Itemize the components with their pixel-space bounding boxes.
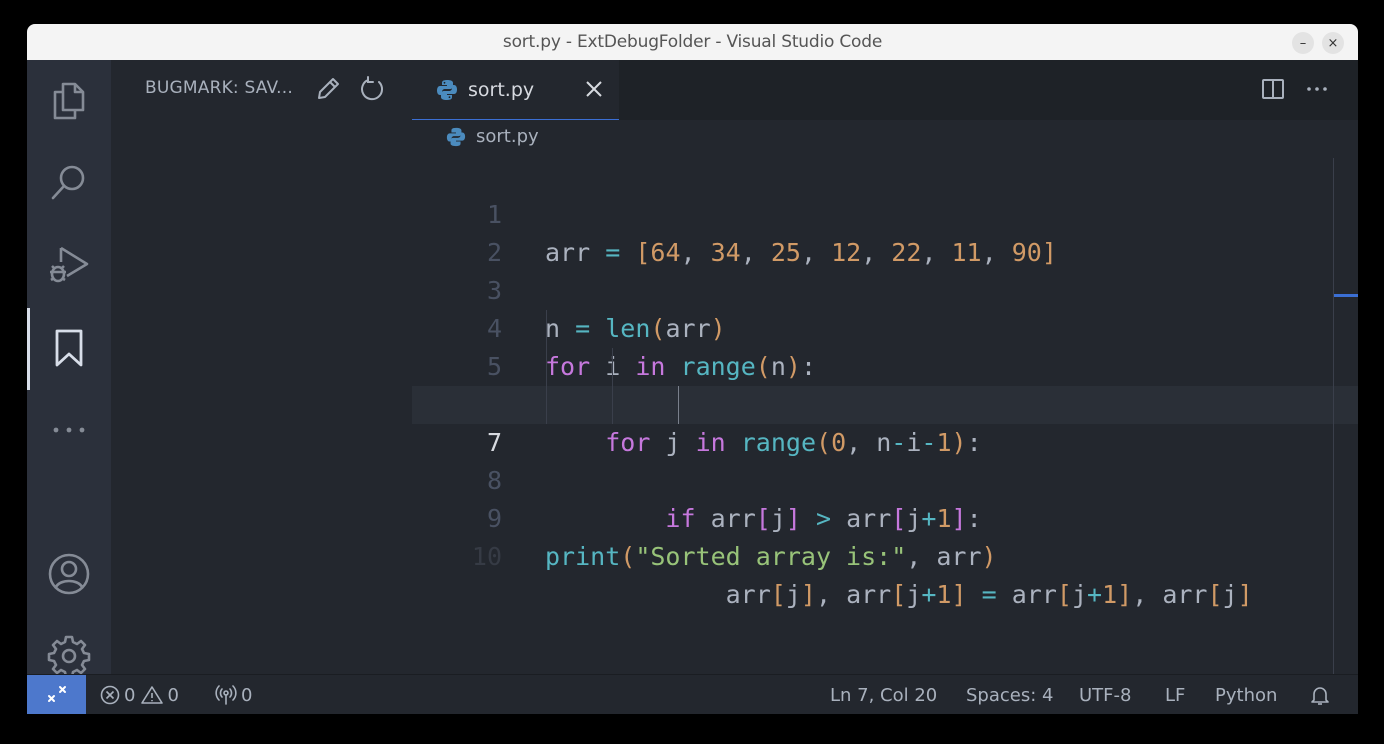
broadcast-icon — [215, 685, 237, 705]
remote-indicator-button[interactable] — [27, 675, 86, 714]
close-icon — [586, 81, 602, 97]
pencil-icon — [318, 78, 339, 99]
ports-indicator[interactable]: 0 — [215, 675, 252, 714]
title-bar: sort.py - ExtDebugFolder - Visual Studio… — [27, 24, 1358, 60]
edit-bookmark-button[interactable] — [313, 74, 343, 104]
tab-bar: sort.py — [412, 60, 1358, 120]
code-text: arr[j], arr[j+1] = arr[j+1], arr[j] — [725, 580, 1253, 609]
indent-guide — [612, 348, 613, 386]
close-icon: × — [1327, 35, 1339, 51]
indent-guide — [546, 386, 547, 424]
code-line: 10 — [412, 500, 1358, 571]
split-editor-icon — [1262, 79, 1284, 99]
split-editor-button[interactable] — [1258, 74, 1288, 104]
language-mode[interactable]: Python — [1215, 675, 1277, 714]
sidebar: BUGMARK: SAV... — [111, 60, 412, 674]
breadcrumb[interactable]: sort.py — [446, 126, 539, 147]
code-text: print("Sorted array is:", arr) — [545, 542, 997, 571]
editor-area: sort.py sort.py 1 arr = [64, 34, 25, 12,… — [412, 60, 1358, 674]
more-icon — [53, 427, 85, 433]
cursor-position[interactable]: Ln 7, Col 20 — [830, 675, 937, 714]
ellipsis-icon — [1307, 87, 1327, 91]
warning-icon — [141, 686, 164, 704]
minimize-icon: – — [1299, 35, 1307, 51]
refresh-icon — [361, 76, 384, 101]
warning-count: 0 — [167, 684, 179, 706]
code-line: 3 n = len(arr) — [412, 234, 1358, 343]
line-number: 10 — [471, 542, 502, 571]
eol-setting[interactable]: LF — [1165, 675, 1185, 714]
activity-more[interactable] — [27, 390, 111, 470]
indent-guide — [546, 348, 547, 386]
indentation-setting[interactable]: Spaces: 4 — [966, 675, 1053, 714]
more-actions-button[interactable] — [1302, 74, 1332, 104]
notifications-button[interactable] — [1309, 675, 1335, 714]
scrollbar-track[interactable] — [1333, 158, 1334, 674]
activity-bookmark[interactable] — [27, 308, 111, 390]
activity-accounts[interactable] — [27, 534, 111, 614]
code-line: 6 if arr[j] > arr[j+1]: — [412, 348, 1358, 533]
error-icon — [100, 685, 120, 705]
cursor-position-marker — [1334, 294, 1358, 297]
run-debug-icon — [50, 246, 89, 283]
code-line-current: 7 arr[j], arr[j+1] = arr[j+1], arr[j] — [412, 386, 1358, 609]
code-line: 5 for j in range(0, n-i-1): — [412, 310, 1358, 457]
sidebar-title: BUGMARK: SAV... — [145, 78, 293, 98]
code-line: 9 print("Sorted array is:", arr) — [412, 462, 1358, 571]
close-window-button[interactable]: × — [1322, 32, 1344, 54]
code-line: 2 — [412, 196, 1358, 267]
gear-icon — [47, 635, 91, 678]
problems-indicator[interactable]: 0 0 — [100, 675, 179, 714]
error-count: 0 — [124, 684, 136, 706]
search-icon — [51, 165, 85, 200]
encoding-setting[interactable]: UTF-8 — [1079, 675, 1131, 714]
account-icon — [48, 553, 90, 595]
minimize-button[interactable]: – — [1292, 32, 1314, 54]
remote-icon — [47, 686, 66, 702]
tab-label: sort.py — [468, 78, 535, 101]
bell-icon — [1311, 687, 1329, 705]
ports-count: 0 — [241, 684, 253, 706]
python-file-icon — [446, 127, 466, 146]
refresh-button[interactable] — [357, 74, 387, 104]
code-line: 8 — [412, 424, 1358, 495]
activity-search[interactable] — [27, 142, 111, 222]
status-bar: 0 0 0 Ln 7, Col 20 Spaces: 4 UTF-8 LF Py… — [27, 674, 1358, 714]
python-file-icon — [437, 79, 457, 100]
vscode-window: sort.py - ExtDebugFolder - Visual Studio… — [27, 24, 1358, 714]
indent-guide — [612, 386, 613, 424]
code-line: 1 arr = [64, 34, 25, 12, 22, 11, 90] — [412, 158, 1358, 267]
bookmark-icon — [55, 329, 83, 367]
tab-sort-py[interactable]: sort.py — [412, 60, 619, 120]
files-icon — [53, 82, 85, 120]
window-title: sort.py - ExtDebugFolder - Visual Studio… — [502, 32, 883, 52]
code-line: 4 for i in range(n): — [412, 272, 1358, 381]
tab-close-button[interactable] — [583, 78, 605, 100]
indent-guide-active — [678, 386, 679, 424]
indent-guide — [546, 310, 547, 348]
activity-run-debug[interactable] — [27, 224, 111, 304]
activity-bar — [27, 60, 111, 678]
activity-explorer[interactable] — [27, 60, 111, 140]
breadcrumb-file: sort.py — [476, 126, 539, 147]
